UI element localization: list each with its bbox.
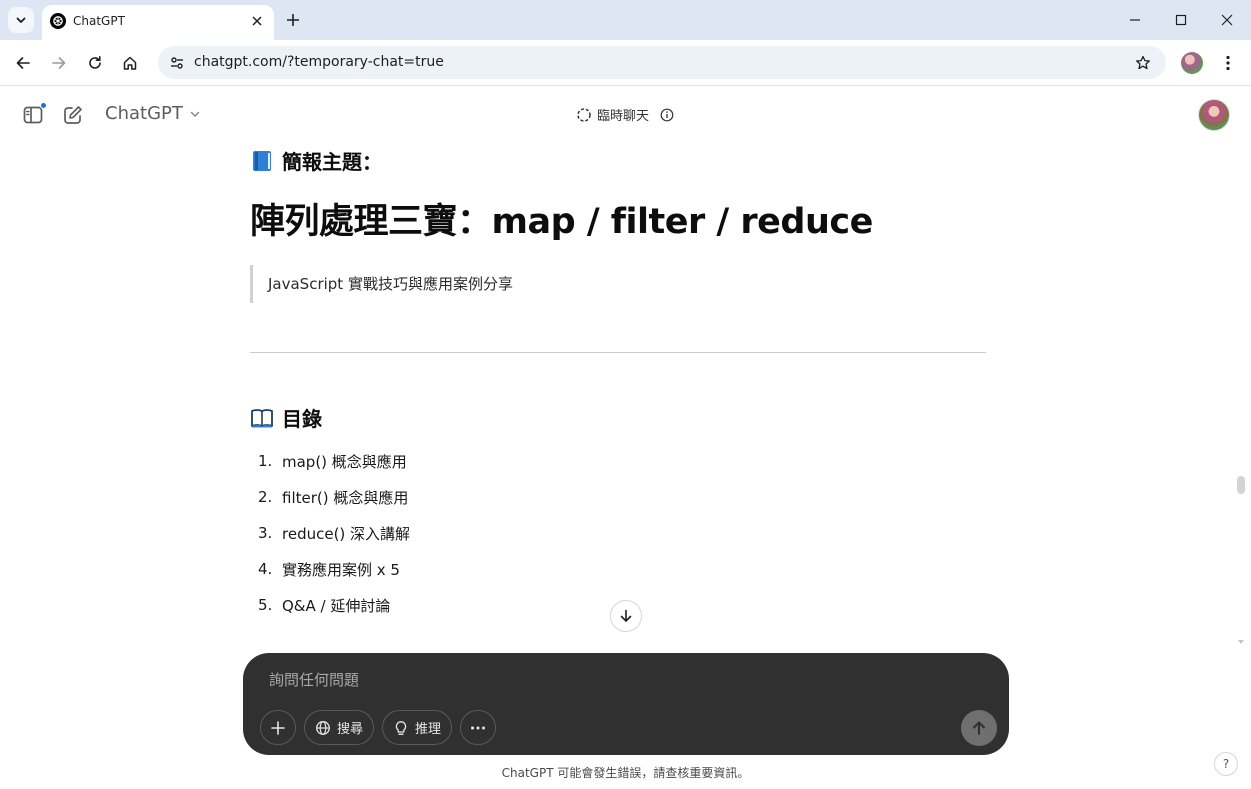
close-window-button[interactable] <box>1216 9 1238 31</box>
toc-heading-text: 目錄 <box>282 407 322 431</box>
chevron-down-icon <box>16 17 26 23</box>
prompt-input[interactable] <box>269 667 949 693</box>
reason-label: 推理 <box>414 722 441 737</box>
list-item: 3. reduce() 深入講解 <box>258 524 411 543</box>
temporary-chat-indicator: 臨時聊天 <box>576 105 674 124</box>
new-chat-button[interactable] <box>59 101 87 129</box>
reload-icon <box>89 56 101 69</box>
maximize-icon <box>1175 14 1187 26</box>
site-settings-button[interactable] <box>166 52 188 74</box>
tab-close-button[interactable] <box>248 12 266 30</box>
plus-icon <box>271 720 285 735</box>
presentation-title: 陣列處理三寶：map / filter / reduce <box>250 202 873 242</box>
arrow-left-icon <box>16 57 30 69</box>
globe-icon <box>316 720 330 735</box>
send-button[interactable] <box>961 710 997 746</box>
chevron-down-icon <box>190 111 200 117</box>
search-button[interactable]: 搜尋 <box>304 710 374 745</box>
divider <box>250 352 986 353</box>
browser-toolbar: chatgpt.com/?temporary-chat=true <box>0 40 1251 86</box>
arrow-right-icon <box>52 57 66 69</box>
sidebar-toggle-button[interactable] <box>19 101 47 129</box>
maximize-button[interactable] <box>1170 9 1192 31</box>
temporary-chat-info-button[interactable] <box>660 108 674 122</box>
plus-icon <box>287 14 299 26</box>
model-label: ChatGPT <box>105 103 183 124</box>
blue-book-icon <box>250 149 274 173</box>
help-button[interactable]: ? <box>1214 752 1238 776</box>
topic-heading-text: 簡報主題： <box>282 150 382 174</box>
minimize-icon <box>1130 19 1140 21</box>
scroll-arrow-down-icon[interactable] <box>1237 638 1245 646</box>
address-bar[interactable]: chatgpt.com/?temporary-chat=true <box>158 46 1166 79</box>
more-vertical-icon <box>1226 55 1230 71</box>
forward-button[interactable] <box>46 50 72 76</box>
new-tab-button[interactable] <box>283 10 303 30</box>
notification-dot <box>40 102 47 109</box>
subtitle-blockquote: JavaScript 實戰技巧與應用案例分享 <box>250 265 650 303</box>
tab-title: ChatGPT <box>73 14 125 28</box>
browser-tabstrip: ChatGPT <box>0 0 1251 40</box>
browser-tab-chatgpt[interactable]: ChatGPT <box>42 5 274 40</box>
chatgpt-logo-icon <box>50 13 66 29</box>
reload-button[interactable] <box>82 50 108 76</box>
lightbulb-icon <box>395 720 407 735</box>
close-icon <box>252 16 262 26</box>
home-icon <box>123 56 137 70</box>
subtitle-text: JavaScript 實戰技巧與應用案例分享 <box>268 275 513 293</box>
toc-list: 1. map() 概念與應用 2. filter() 概念與應用 3. reduce(… <box>258 443 410 623</box>
tune-icon <box>171 57 183 69</box>
list-item: 1. map() 概念與應用 <box>258 452 407 471</box>
url-text: chatgpt.com/?temporary-chat=true <box>194 54 444 70</box>
dashed-circle-icon <box>577 107 591 122</box>
user-avatar[interactable] <box>1198 99 1230 131</box>
chat-header: ChatGPT 臨時聊天 <box>0 87 1251 143</box>
edit-icon <box>64 106 82 124</box>
home-button[interactable] <box>117 50 143 76</box>
tab-search-button[interactable] <box>8 7 34 33</box>
composer: 搜尋 推理 <box>243 653 1009 755</box>
list-item: 5. Q&A / 延伸討論 <box>258 596 391 615</box>
disclaimer-text: ChatGPT 可能會發生錯誤，請查核重要資訊。 <box>501 766 750 780</box>
help-label: ? <box>1222 757 1230 771</box>
browser-profile-avatar[interactable] <box>1181 52 1203 74</box>
open-book-icon <box>250 406 274 430</box>
minimize-button[interactable] <box>1124 9 1146 31</box>
info-icon <box>660 108 674 121</box>
page-scrollbar-thumb[interactable] <box>1237 476 1245 494</box>
attach-button[interactable] <box>260 710 296 745</box>
list-item: 2. filter() 概念與應用 <box>258 488 409 507</box>
topic-heading: 簡報主題： <box>250 146 382 175</box>
arrow-up-icon <box>973 721 985 735</box>
star-icon <box>1136 55 1150 70</box>
browser-menu-button[interactable] <box>1217 52 1239 74</box>
temporary-chat-label: 臨時聊天 <box>597 109 650 124</box>
more-horizontal-icon <box>471 726 485 729</box>
reason-button[interactable]: 推理 <box>382 710 452 745</box>
close-icon <box>1221 14 1233 26</box>
model-selector[interactable]: ChatGPT <box>105 103 201 124</box>
back-button[interactable] <box>10 50 36 76</box>
arrow-down-icon <box>620 609 632 622</box>
bookmark-button[interactable] <box>1132 52 1154 74</box>
scroll-to-bottom-button[interactable] <box>610 600 642 632</box>
toc-heading: 目錄 <box>250 403 322 432</box>
more-tools-button[interactable] <box>460 710 496 745</box>
search-label: 搜尋 <box>336 722 363 737</box>
list-item: 4. 實務應用案例 x 5 <box>258 560 400 579</box>
